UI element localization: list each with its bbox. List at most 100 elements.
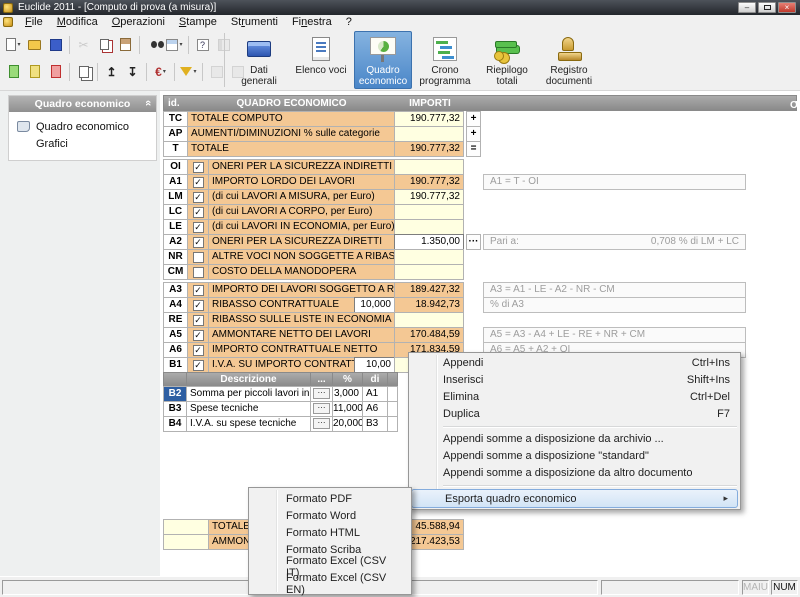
row-id-cell: A3 — [163, 282, 188, 298]
ellipsis-button[interactable]: ··· — [313, 418, 330, 429]
operation-button[interactable]: = — [466, 141, 481, 157]
ellipsis-button[interactable]: ··· — [313, 403, 330, 414]
context-menu-item-appendi-somme-a-disposizione-standard[interactable]: Appendi somme a disposizione "standard" — [410, 447, 739, 464]
ellipsis-button-cell[interactable]: ··· — [310, 416, 333, 432]
submenu-item-formato-pdf[interactable]: Formato PDF — [250, 490, 410, 507]
menu-finestra[interactable]: Finestra — [285, 15, 339, 29]
subtable-percent-cell[interactable]: 11,000 — [332, 401, 363, 417]
copy-pages-button[interactable] — [73, 61, 94, 83]
checkbox-checked-icon[interactable]: ✓ — [193, 315, 204, 326]
percent-input[interactable]: 10,00 — [354, 357, 395, 373]
submenu-item-formato-excel-csv-en[interactable]: Formato Excel (CSV EN) — [250, 575, 410, 592]
checkbox-unchecked-icon[interactable] — [193, 267, 204, 278]
checkbox-checked-icon[interactable]: ✓ — [193, 207, 204, 218]
context-menu-item-duplica[interactable]: DuplicaF7 — [410, 405, 739, 422]
panel-header[interactable]: Quadro economico « — [9, 96, 156, 112]
amount-cell[interactable]: 190.777,32 — [394, 189, 464, 205]
dropdown-caret-icon: ▾ — [193, 68, 196, 75]
checkbox-checked-icon[interactable]: ✓ — [193, 345, 204, 356]
paste-button[interactable] — [115, 34, 136, 56]
submenu-item-formato-word[interactable]: Formato Word — [250, 507, 410, 524]
minimize-button[interactable]: – — [738, 2, 756, 13]
quadro-economico-button[interactable]: Quadro economico — [354, 31, 412, 89]
sidebar-item-grafici[interactable]: Grafici — [9, 135, 156, 152]
menu-file[interactable]: File — [18, 15, 50, 29]
amount-cell[interactable] — [394, 264, 464, 280]
subtable-di-cell[interactable]: A1 — [362, 386, 388, 402]
checkbox-checked-icon[interactable]: ✓ — [193, 162, 204, 173]
amount-cell[interactable] — [394, 159, 464, 175]
menu-strumenti[interactable]: Strumenti — [224, 15, 285, 29]
menu-operazioni[interactable]: Operazioni — [105, 15, 172, 29]
checkbox-checked-icon[interactable]: ✓ — [193, 237, 204, 248]
amount-cell[interactable] — [394, 204, 464, 220]
amount-cell[interactable]: 190.777,32 — [394, 111, 464, 127]
context-menu-item-elimina[interactable]: EliminaCtrl+Del — [410, 388, 739, 405]
checkbox-checked-icon[interactable]: ✓ — [193, 285, 204, 296]
subtable-percent-cell[interactable]: 20,000 — [332, 416, 363, 432]
operation-button[interactable]: + — [466, 126, 481, 142]
print-document-button[interactable] — [45, 61, 66, 83]
import-document-button[interactable] — [3, 61, 24, 83]
move-bottom-button[interactable]: ↧ — [122, 61, 143, 83]
find-button[interactable] — [143, 34, 164, 56]
operation-button[interactable]: + — [466, 111, 481, 127]
maximize-button[interactable] — [758, 2, 776, 13]
context-menu-item-appendi-somme-a-disposizione-da-altro-documento[interactable]: Appendi somme a disposizione da altro do… — [410, 464, 739, 481]
new-document-button[interactable]: ▾ — [3, 34, 24, 56]
close-button[interactable]: × — [778, 2, 796, 13]
checkbox-checked-icon[interactable]: ✓ — [193, 177, 204, 188]
ellipsis-button[interactable]: ··· — [313, 388, 330, 399]
checkbox-checked-icon[interactable]: ✓ — [193, 300, 204, 311]
menu-item[interactable]: ? — [339, 15, 359, 29]
currency-button[interactable]: €▾ — [150, 61, 171, 83]
menu-modifica[interactable]: Modifica — [50, 15, 105, 29]
menubar: FileModificaOperazioniStampeStrumentiFin… — [0, 15, 800, 29]
context-menu-item-appendi-somme-a-disposizione-da-archivio[interactable]: Appendi somme a disposizione da archivio… — [410, 430, 739, 447]
row-description-cell: TOTALE — [187, 141, 395, 157]
collapse-icon[interactable]: « — [142, 100, 154, 106]
crono-programma-button[interactable]: Crono programma — [416, 31, 474, 89]
toolbar-row-2: ↥↧ €▾ ▾ — [3, 58, 248, 85]
window-layout-button[interactable]: ▾ — [164, 34, 185, 56]
menu-stampe[interactable]: Stampe — [172, 15, 224, 29]
registro-documenti-button[interactable]: Registro documenti — [540, 31, 598, 89]
amount-cell[interactable] — [394, 249, 464, 265]
amount-cell[interactable]: 1.350,00 — [394, 234, 464, 250]
subtable-percent-cell[interactable]: 3,000 — [332, 386, 363, 402]
context-menu-item-inserisci[interactable]: InserisciShift+Ins — [410, 371, 739, 388]
open-button[interactable] — [24, 34, 45, 56]
amount-cell[interactable] — [394, 312, 464, 328]
amount-cell[interactable] — [394, 126, 464, 142]
amount-cell[interactable] — [394, 219, 464, 235]
elenco-voci-button[interactable]: Elenco voci — [292, 31, 350, 89]
checkbox-checked-icon[interactable]: ✓ — [193, 222, 204, 233]
context-menu-item-esporta-quadro-economico[interactable]: Esporta quadro economico▸ — [411, 489, 738, 508]
help-button[interactable]: ? — [192, 34, 213, 56]
percent-input[interactable]: 10,000 — [354, 297, 395, 313]
document-icon[interactable] — [3, 17, 13, 27]
export-document-button[interactable] — [24, 61, 45, 83]
riepilogo-totali-button[interactable]: Riepilogo totali — [478, 31, 536, 89]
ellipsis-button[interactable]: ··· — [466, 234, 481, 250]
subtable-di-cell[interactable]: B3 — [362, 416, 388, 432]
filter-button[interactable]: ▾ — [178, 61, 199, 83]
context-menu-item-appendi[interactable]: AppendiCtrl+Ins — [410, 354, 739, 371]
ellipsis-button-cell[interactable]: ··· — [310, 401, 333, 417]
formula-note: A5 = A3 - A4 + LE - RE + NR + CM — [483, 327, 746, 343]
copy-button[interactable] — [94, 34, 115, 56]
checkbox-checked-icon[interactable]: ✓ — [193, 360, 204, 371]
subtable-description-cell[interactable]: Somma per piccoli lavori in — [186, 386, 311, 402]
checkbox-unchecked-icon[interactable] — [193, 252, 204, 263]
subtable-description-cell[interactable]: I.V.A. su spese tecniche — [186, 416, 311, 432]
submenu-item-formato-html[interactable]: Formato HTML — [250, 524, 410, 541]
save-button[interactable] — [45, 34, 66, 56]
sidebar-item-quadro-economico[interactable]: Quadro economico — [9, 118, 156, 135]
subtable-di-cell[interactable]: A6 — [362, 401, 388, 417]
checkbox-checked-icon[interactable]: ✓ — [193, 330, 204, 341]
checkbox-checked-icon[interactable]: ✓ — [193, 192, 204, 203]
dati-generali-button[interactable]: Dati generali — [230, 31, 288, 89]
ellipsis-button-cell[interactable]: ··· — [310, 386, 333, 402]
subtable-description-cell[interactable]: Spese tecniche — [186, 401, 311, 417]
move-top-button[interactable]: ↥ — [101, 61, 122, 83]
